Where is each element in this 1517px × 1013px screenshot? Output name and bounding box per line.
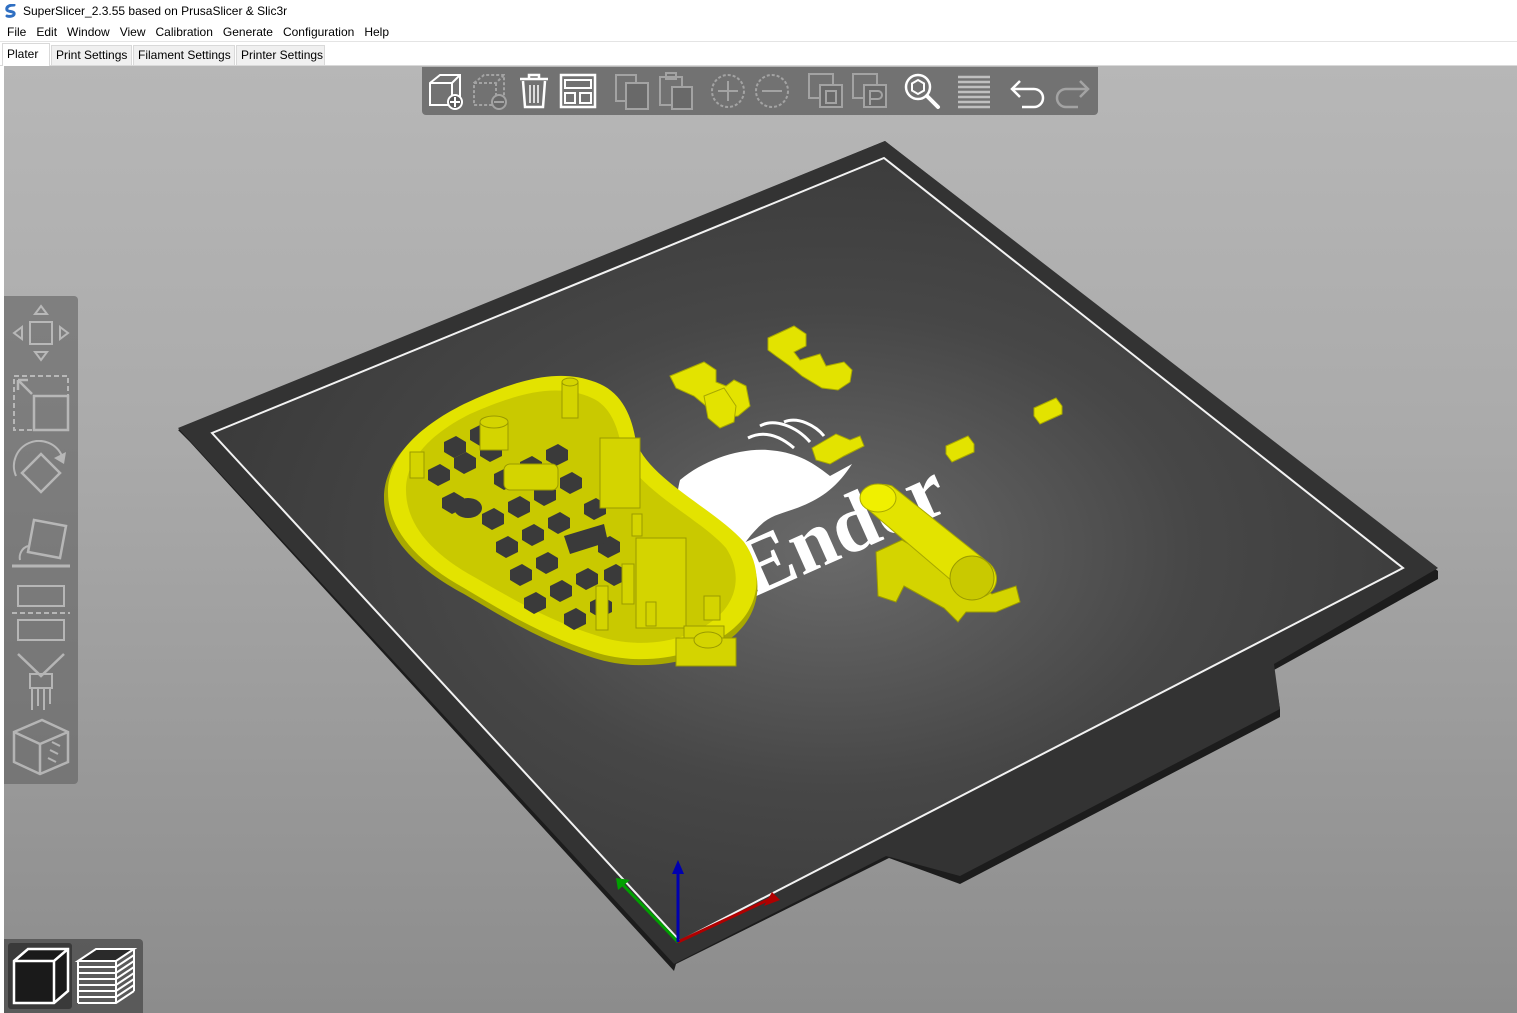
- add-instance-icon: [711, 74, 745, 108]
- add-object-button[interactable]: [426, 71, 466, 111]
- menu-configuration[interactable]: Configuration: [278, 22, 359, 42]
- layers-editing-button[interactable]: [954, 71, 994, 111]
- paste-button[interactable]: [656, 71, 696, 111]
- place-on-face-button[interactable]: [8, 510, 74, 576]
- delete-all-icon: [520, 73, 548, 109]
- remove-instance-button[interactable]: [752, 71, 792, 111]
- menu-file[interactable]: File: [2, 22, 31, 42]
- scale-icon: [13, 375, 70, 432]
- menu-generate[interactable]: Generate: [218, 22, 278, 42]
- menu-window[interactable]: Window: [62, 22, 115, 42]
- add-instance-button[interactable]: [708, 71, 748, 111]
- 3d-viewport[interactable]: Ender: [4, 66, 1517, 1013]
- tab-plater[interactable]: Plater: [2, 43, 50, 66]
- arrange-button[interactable]: [558, 71, 598, 111]
- split-objects-button[interactable]: [806, 71, 846, 111]
- delete-object-icon: [473, 74, 507, 110]
- title-bar: SuperSlicer_2.3.55 based on PrusaSlicer …: [0, 0, 1517, 22]
- paste-icon: [659, 72, 693, 110]
- layers-editing-icon: [958, 75, 990, 109]
- scale-button[interactable]: [8, 370, 74, 436]
- tab-filament-settings[interactable]: Filament Settings: [133, 45, 235, 65]
- menu-view[interactable]: View: [115, 22, 151, 42]
- top-toolbar: [422, 67, 1098, 115]
- arrange-icon: [559, 73, 597, 109]
- delete-object-button[interactable]: [470, 71, 510, 111]
- search-icon: [904, 73, 940, 109]
- tab-bar: Plater Print Settings Filament Settings …: [0, 42, 1517, 66]
- copy-button[interactable]: [612, 71, 652, 111]
- paint-supports-icon: [17, 653, 65, 710]
- cut-icon: [12, 585, 70, 641]
- paint-supports-button[interactable]: [8, 650, 74, 716]
- delete-all-button[interactable]: [514, 71, 554, 111]
- undo-icon: [1010, 80, 1045, 109]
- scene-canvas[interactable]: Ender: [4, 66, 1517, 1013]
- menu-calibration[interactable]: Calibration: [151, 22, 218, 42]
- redo-icon: [1055, 80, 1090, 109]
- gizmo-toolbar: [4, 296, 78, 784]
- move-icon: [12, 304, 70, 362]
- seam-painting-button[interactable]: [8, 714, 74, 780]
- superslicer-logo-icon: [5, 4, 16, 18]
- menu-edit[interactable]: Edit: [31, 22, 62, 42]
- place-on-face-icon: [12, 518, 70, 568]
- 3d-view-icon: [12, 947, 70, 1005]
- cut-button[interactable]: [8, 580, 74, 646]
- rotate-button[interactable]: [8, 440, 74, 506]
- window-title: SuperSlicer_2.3.55 based on PrusaSlicer …: [23, 4, 288, 18]
- split-objects-icon: [808, 73, 843, 108]
- tab-printer-settings[interactable]: Printer Settings: [236, 45, 325, 65]
- split-parts-button[interactable]: [850, 71, 890, 111]
- menu-help[interactable]: Help: [359, 22, 394, 42]
- tab-print-settings[interactable]: Print Settings: [51, 45, 132, 65]
- copy-icon: [615, 74, 649, 110]
- search-button[interactable]: [902, 71, 942, 111]
- 3d-view-button[interactable]: [8, 943, 72, 1009]
- seam-painting-icon: [12, 718, 70, 776]
- add-object-icon: [429, 74, 463, 110]
- menu-bar: File Edit Window View Calibration Genera…: [0, 22, 1517, 42]
- move-button[interactable]: [8, 300, 74, 366]
- redo-button[interactable]: [1052, 71, 1092, 111]
- rotate-icon: [12, 440, 66, 494]
- undo-button[interactable]: [1008, 71, 1048, 111]
- split-parts-icon: [852, 73, 887, 108]
- view-toolbar: [4, 939, 143, 1013]
- preview-layers-icon: [74, 948, 138, 1004]
- preview-layers-button[interactable]: [74, 943, 138, 1009]
- remove-instance-icon: [755, 74, 789, 108]
